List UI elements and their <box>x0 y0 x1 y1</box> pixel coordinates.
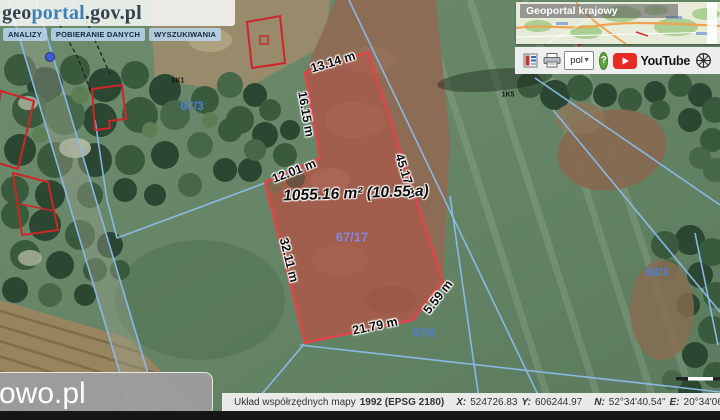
n-value: 52°34'40.54" <box>608 396 666 408</box>
chevron-down-icon: ▼ <box>583 57 591 64</box>
statusbar: Układ współrzędnych mapy 1992 (EPSG 2180… <box>222 393 720 411</box>
bottom-strip <box>0 411 720 420</box>
watermark-badge: owo.pl <box>0 372 213 416</box>
print-button[interactable] <box>543 53 561 68</box>
language-select[interactable]: pol ▼ <box>564 51 595 70</box>
menu-tab-pobieranie-danych[interactable]: POBIERANIE DANYCH <box>50 28 146 41</box>
logo-part-portal: portal <box>31 1 85 24</box>
map-toolbar: pol ▼ ? YouTube <box>515 47 720 74</box>
parcel-number-68-3: 68/3 <box>645 265 669 279</box>
e-label: E: <box>669 396 680 408</box>
parcel-number-67-6: 67/6 <box>412 326 436 340</box>
land-code-label-8k1: 8K1 <box>171 77 185 85</box>
menu-tab-analizy[interactable]: ANALIZY <box>3 28 47 41</box>
youtube-label: YouTube <box>640 53 690 68</box>
minimap-title: Geoportal krajowy <box>520 4 678 18</box>
main-menu: ANALIZY POBIERANIE DANYCH WYSZUKIWANIA <box>3 28 222 41</box>
youtube-button[interactable]: YouTube <box>613 52 690 69</box>
x-label: X: <box>456 396 467 408</box>
logo-part-geo: geo <box>2 1 32 24</box>
wheel-icon <box>696 53 711 68</box>
survey-point-marker <box>45 52 55 62</box>
y-value: 606244.97 <box>534 396 583 408</box>
geoportal-app: 13.14 m 16.15 m 45.17 m 12.01 m 32.11 m … <box>0 0 720 420</box>
report-button[interactable] <box>523 53 538 68</box>
minimap-scrollbar[interactable] <box>707 2 717 44</box>
language-value: pol <box>570 55 583 66</box>
printer-icon <box>543 53 561 68</box>
watermark-text: owo.pl <box>0 377 86 410</box>
question-icon: ? <box>600 55 607 66</box>
parcel-number-67-17: 67/17 <box>335 229 369 245</box>
crs-value: 1992 (EPSG 2180) <box>359 396 445 408</box>
menu-tab-wyszukiwania[interactable]: WYSZUKIWANIA <box>149 28 222 41</box>
x-value: 524726.83 <box>470 396 518 408</box>
parcel-number-67-3: 67/3 <box>180 99 204 113</box>
geoportal-logo[interactable]: geo portal .gov.pl <box>0 0 235 26</box>
y-label: Y: <box>521 396 531 408</box>
help-button[interactable]: ? <box>599 51 609 70</box>
land-code-label-1k5: 1K5 <box>501 91 515 99</box>
minimap-panel[interactable]: Geoportal krajowy <box>516 2 720 44</box>
e-value: 20°34'06.29" <box>683 396 720 408</box>
crs-label: Układ współrzędnych mapy <box>234 396 356 408</box>
settings-wheel-button[interactable] <box>695 52 712 69</box>
scale-bar <box>676 377 720 381</box>
report-icon <box>523 53 538 68</box>
n-label: N: <box>594 396 605 408</box>
logo-part-govpl: .gov.pl <box>84 1 142 24</box>
youtube-icon <box>613 52 638 69</box>
